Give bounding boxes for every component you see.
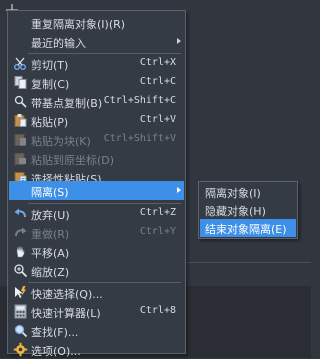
menu-item-label: 快速选择(Q)... [31, 288, 103, 301]
options-icon [13, 342, 28, 357]
undo-icon [14, 208, 26, 218]
menu-item-label: 粘贴到原坐标(D) [31, 154, 115, 167]
menu-item-shortcut: Ctrl+8 [139, 305, 176, 316]
paste-icon [14, 114, 27, 127]
menu-item-label: 选项(O)... [31, 345, 81, 358]
pan-icon [16, 245, 25, 258]
menu-item-label: 最近的输入 [31, 37, 86, 50]
menu-item-label: 粘贴(P) [31, 116, 69, 129]
submenu-item-label: 隔离对象(I) [205, 187, 261, 200]
menu-item-zoom[interactable]: 缩放(Z) [9, 261, 184, 280]
menu-item-shortcut: Ctrl+Y [139, 226, 176, 237]
menu-item-quick-select[interactable]: 快速选择(Q)... [9, 283, 184, 302]
menu-item-label: 复制(C) [31, 78, 70, 91]
paste-block-icon [14, 134, 26, 146]
isolate-submenu: 隔离对象(I) 隐藏对象(H) 结束对象隔离(E) [198, 181, 298, 239]
redo-icon [15, 227, 27, 237]
menu-item-options[interactable]: 选项(O)... [9, 340, 184, 359]
menu-item-shortcut: Ctrl+C [139, 76, 176, 87]
menu-item-label: 重做(R) [31, 228, 70, 241]
menu-item-label: 剪切(T) [31, 59, 69, 72]
menu-item-label: 粘贴为块(K) [31, 135, 91, 148]
menu-item-isolate[interactable]: 隔离(S) [9, 181, 184, 200]
copy-base-icon [14, 95, 27, 108]
menu-item-repeat-isolate[interactable]: 重复隔离对象(I)(R) [9, 13, 184, 32]
menu-item-find[interactable]: 查找(F)... [9, 321, 184, 340]
menu-item-cut[interactable]: 剪切(T) Ctrl+X [9, 54, 184, 73]
submenu-item-label: 结束对象隔离(E) [205, 223, 287, 236]
menu-item-paste-to-original[interactable]: 粘贴到原坐标(D) [9, 149, 184, 168]
submenu-arrow-icon [177, 38, 181, 44]
menu-item-label: 带基点复制(B) [31, 97, 103, 110]
menu-item-pan[interactable]: 平移(A) [9, 242, 184, 261]
background-divider [186, 262, 311, 263]
menu-item-paste-as-block[interactable]: 粘贴为块(K) Ctrl+Shift+V [9, 130, 184, 149]
calculator-icon [14, 304, 27, 319]
context-menu: 重复隔离对象(I)(R) 最近的输入 剪切(T) Ctrl+X 复制(C) Ct… [7, 10, 186, 358]
paste-orig-icon [14, 153, 26, 165]
menu-item-label: 缩放(Z) [31, 266, 70, 279]
menu-item-shortcut: Ctrl+Shift+V [103, 133, 176, 144]
menu-item-redo[interactable]: 重做(R) Ctrl+Y [9, 223, 184, 242]
menu-item-shortcut: Ctrl+X [139, 57, 176, 68]
menu-item-shortcut: Ctrl+Shift+C [103, 95, 176, 106]
menu-item-recent-input[interactable]: 最近的输入 [9, 32, 184, 51]
menu-item-copy-with-base[interactable]: 带基点复制(B) Ctrl+Shift+C [9, 92, 184, 111]
menu-item-undo[interactable]: 放弃(U) Ctrl+Z [9, 204, 184, 223]
submenu-item-end-isolation[interactable]: 结束对象隔离(E) [200, 219, 296, 237]
menu-item-label: 快速计算器(L) [31, 307, 101, 320]
menu-item-shortcut: Ctrl+Z [139, 207, 176, 218]
menu-item-label: 重复隔离对象(I)(R) [31, 18, 126, 31]
copy-icon [14, 76, 27, 89]
menu-item-label: 查找(F)... [31, 326, 79, 339]
menu-item-shortcut: Ctrl+V [139, 114, 176, 125]
menu-item-quick-calculator[interactable]: 快速计算器(L) Ctrl+8 [9, 302, 184, 321]
menu-item-label: 放弃(U) [31, 209, 70, 222]
submenu-item-hide-objects[interactable]: 隐藏对象(H) [200, 201, 296, 219]
find-icon [14, 324, 28, 338]
submenu-item-label: 隐藏对象(H) [205, 205, 266, 218]
scissors-icon [14, 57, 26, 70]
menu-item-copy[interactable]: 复制(C) Ctrl+C [9, 73, 184, 92]
submenu-arrow-icon [177, 187, 181, 193]
menu-item-label: 隔离(S) [31, 186, 69, 199]
menu-item-label: 平移(A) [31, 247, 70, 260]
quick-select-icon [15, 286, 26, 298]
menu-item-paste[interactable]: 粘贴(P) Ctrl+V [9, 111, 184, 130]
zoom-icon [14, 264, 28, 278]
submenu-item-isolate-objects[interactable]: 隔离对象(I) [200, 183, 296, 201]
